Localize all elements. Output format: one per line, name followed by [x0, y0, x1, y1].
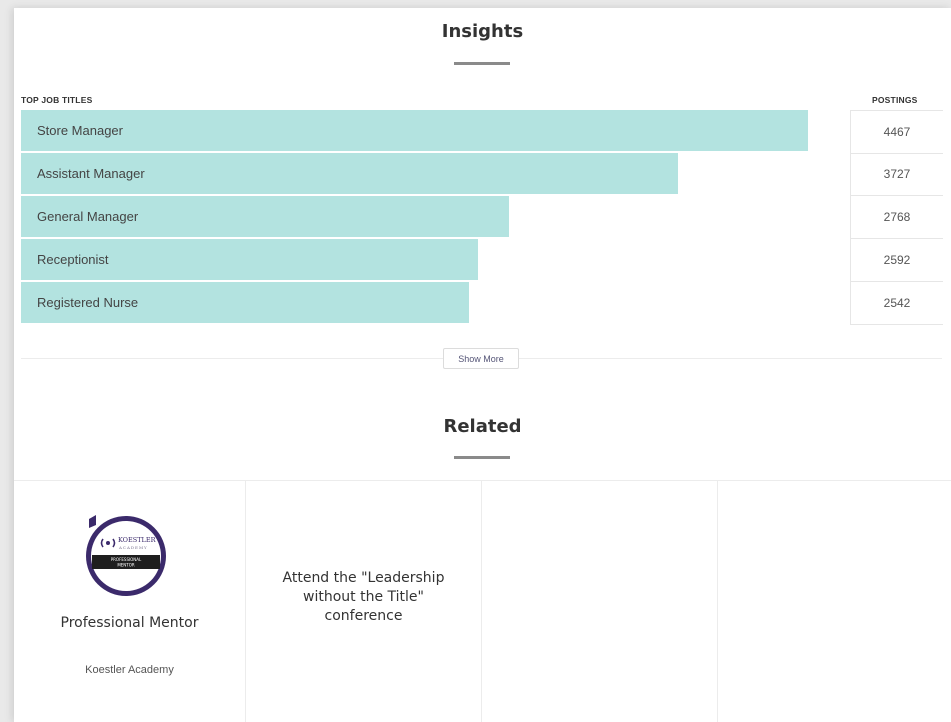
postings-header: POSTINGS	[872, 95, 918, 105]
related-card-empty	[482, 481, 718, 722]
badge-ribbon-line2: MENTOR	[117, 563, 135, 568]
professional-mentor-badge-icon: KOESTLER ACADEMY PROFESSIONAL MENTOR	[86, 515, 166, 596]
related-title: Related	[443, 416, 522, 437]
related-card-professional-mentor[interactable]: KOESTLER ACADEMY PROFESSIONAL MENTOR Pro…	[14, 481, 246, 722]
job-title-bar	[21, 110, 808, 151]
related-card-title: Attend the "Leadership without the Title…	[246, 569, 481, 626]
related-grid: KOESTLER ACADEMY PROFESSIONAL MENTOR Pro…	[14, 480, 951, 722]
related-card-subtitle: Koestler Academy	[85, 664, 174, 676]
related-card-leadership-conference[interactable]: Attend the "Leadership without the Title…	[246, 481, 482, 722]
badge-ribbon-line1: PROFESSIONAL	[111, 557, 142, 562]
postings-count: 2542	[850, 282, 943, 325]
postings-count: 2768	[850, 196, 943, 239]
job-title-row: Assistant Manager 3727	[21, 153, 949, 196]
postings-count: 3727	[850, 153, 943, 196]
related-card-title-line: Attend the "Leadership	[282, 570, 445, 586]
job-title-row: General Manager 2768	[21, 196, 949, 239]
insights-title-underline	[454, 62, 510, 65]
job-title-label: Store Manager	[37, 123, 123, 138]
job-title-label: Registered Nurse	[37, 295, 139, 310]
top-job-titles-header: TOP JOB TITLES	[21, 95, 93, 105]
job-title-row: Store Manager 4467	[21, 110, 949, 154]
job-titles-bar-list: Store Manager 4467 Assistant Manager 372…	[21, 110, 949, 325]
related-title-underline	[454, 456, 510, 459]
related-card-title: Professional Mentor	[60, 615, 199, 631]
badge-brand-text: KOESTLER	[118, 536, 157, 544]
job-title-row: Receptionist 2592	[21, 239, 949, 282]
related-card-title-line: without the Title"	[303, 589, 424, 605]
related-card-title-line: conference	[324, 608, 403, 624]
badge-sub-text: ACADEMY	[118, 545, 148, 550]
job-title-label: Receptionist	[37, 252, 109, 267]
job-title-label: General Manager	[37, 209, 139, 224]
postings-count: 4467	[850, 110, 943, 154]
job-title-row: Registered Nurse 2542	[21, 282, 949, 325]
related-card-empty	[718, 481, 951, 722]
postings-count: 2592	[850, 239, 943, 282]
insights-title: Insights	[441, 21, 524, 42]
show-more-button[interactable]: Show More	[443, 348, 519, 369]
insights-card: Insights TOP JOB TITLES POSTINGS Store M…	[14, 8, 951, 722]
job-title-label: Assistant Manager	[37, 166, 145, 181]
